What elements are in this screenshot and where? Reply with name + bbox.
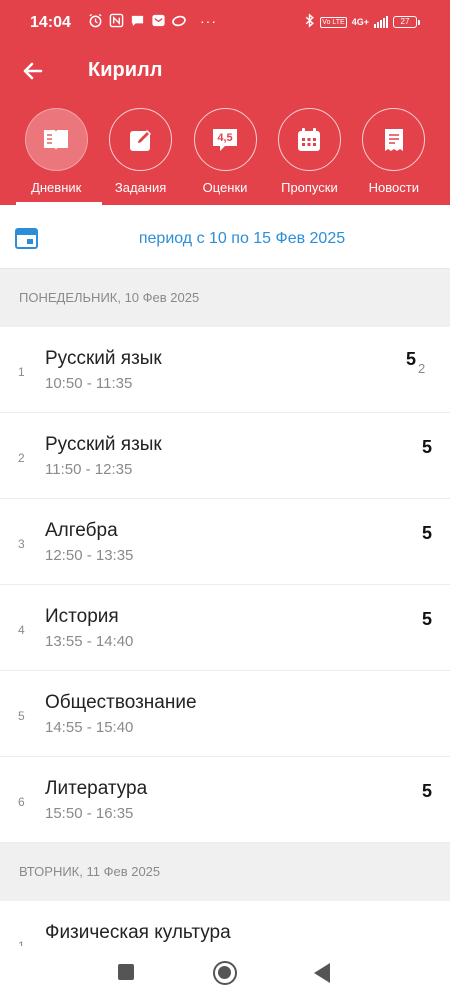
lesson-number: 4	[18, 623, 25, 637]
signal-icon	[374, 16, 388, 28]
more-notifications-icon: ···	[200, 13, 217, 29]
lesson-row[interactable]: 5 Обществознание 14:55 - 15:40	[0, 671, 450, 757]
lesson-time: 13:55 - 14:40	[45, 633, 134, 650]
tab-grades-circle: 4,5	[193, 108, 257, 171]
alarm-icon	[87, 13, 103, 29]
calendar-icon	[298, 127, 321, 151]
lesson-time: 12:50 - 13:35	[45, 547, 134, 564]
document-icon	[384, 128, 403, 151]
bluetooth-icon	[305, 13, 315, 31]
tab-news[interactable]: Новости	[352, 108, 436, 205]
grade-badge: 4,5	[217, 132, 233, 144]
lesson-grade: 5	[421, 609, 432, 629]
lesson-subject: Литература	[45, 778, 148, 799]
tab-assignments-label: Задания	[114, 180, 167, 195]
lesson-grade: 5	[406, 349, 417, 369]
network-type: 4G+	[351, 16, 369, 27]
tab-absences-circle	[277, 108, 341, 171]
battery-icon: 27	[393, 16, 420, 28]
lesson-time: 14:55 - 15:40	[45, 719, 134, 736]
status-time: 14:04	[30, 14, 71, 31]
page-title: Кирилл	[88, 59, 163, 81]
lesson-number: 5	[18, 709, 25, 723]
lesson-subject: Алгебра	[45, 520, 118, 541]
status-bar: 14:04 ··· Vo LTE 4G+ 27	[0, 0, 450, 48]
lesson-time: 10:50 - 11:35	[45, 375, 133, 392]
pencil-square-icon	[129, 129, 151, 151]
lesson-grades: 5 2	[406, 349, 432, 379]
lesson-number: 3	[18, 537, 25, 551]
arrow-left-icon	[23, 62, 43, 80]
tab-bar: Дневник Задания 4,5 Оценки Пропуски Ново…	[0, 108, 450, 205]
day-header: ВТОРНИК, 11 Фев 2025	[0, 843, 450, 901]
lesson-grade: 5	[421, 437, 432, 457]
system-back-button[interactable]	[314, 963, 330, 983]
lesson-number: 1	[18, 365, 25, 379]
mail-app-icon	[150, 13, 166, 29]
lesson-time: 11:50 - 12:35	[45, 461, 133, 478]
day-header: ПОНЕДЕЛЬНИК, 10 Фев 2025	[0, 269, 450, 327]
volte-icon: Vo LTE	[320, 16, 347, 28]
lesson-subject: История	[45, 606, 119, 627]
home-button[interactable]	[213, 961, 237, 985]
lesson-number: 6	[18, 795, 25, 809]
tab-grades-label: Оценки	[202, 180, 248, 195]
tab-absences[interactable]: Пропуски	[267, 108, 351, 205]
recent-apps-button[interactable]	[118, 964, 134, 980]
lesson-row[interactable]: 4 История 13:55 - 14:40 5	[0, 585, 450, 671]
tab-assignments[interactable]: Задания	[98, 108, 182, 205]
lesson-row[interactable]: 6 Литература 15:50 - 16:35 5	[0, 757, 450, 843]
lesson-row[interactable]: 3 Алгебра 12:50 - 13:35 5	[0, 499, 450, 585]
tab-absences-label: Пропуски	[281, 180, 338, 195]
lesson-subject: Физическая культура	[45, 922, 231, 943]
tab-diary-circle	[24, 108, 88, 171]
tab-diary-label: Дневник	[31, 180, 82, 195]
tab-news-label: Новости	[368, 180, 419, 195]
lesson-grade-secondary: 2	[418, 361, 426, 376]
tab-assignments-circle	[109, 108, 173, 171]
system-indicators: Vo LTE 4G+ 27	[305, 13, 420, 31]
lesson-grade: 5	[421, 523, 432, 543]
nfc-icon	[108, 13, 124, 29]
back-button[interactable]	[18, 56, 48, 86]
tab-diary[interactable]: Дневник	[14, 108, 98, 205]
system-navigation-bar	[0, 946, 450, 1000]
lesson-row[interactable]: 2 Русский язык 11:50 - 12:35 5	[0, 413, 450, 499]
lesson-subject: Русский язык	[45, 348, 162, 369]
app-bar: Кирилл	[0, 48, 450, 96]
lesson-time: 15:50 - 16:35	[45, 805, 134, 822]
book-icon	[44, 129, 69, 150]
period-text[interactable]: период с 10 по 15 Фев 2025	[0, 230, 450, 248]
notification-icons: ···	[87, 13, 217, 29]
lesson-number: 2	[18, 451, 25, 465]
ring-app-icon	[171, 13, 187, 29]
tab-news-circle	[362, 108, 426, 171]
battery-level: 27	[393, 16, 417, 28]
lesson-grade: 5	[421, 781, 432, 801]
period-selector[interactable]: период с 10 по 15 Фев 2025	[0, 205, 450, 269]
chat-icon	[129, 13, 145, 29]
tab-grades[interactable]: 4,5 Оценки	[183, 108, 267, 205]
lesson-subject: Обществознание	[45, 692, 197, 713]
lesson-subject: Русский язык	[45, 434, 162, 455]
lesson-row[interactable]: 1 Русский язык 10:50 - 11:35 5 2	[0, 327, 450, 413]
